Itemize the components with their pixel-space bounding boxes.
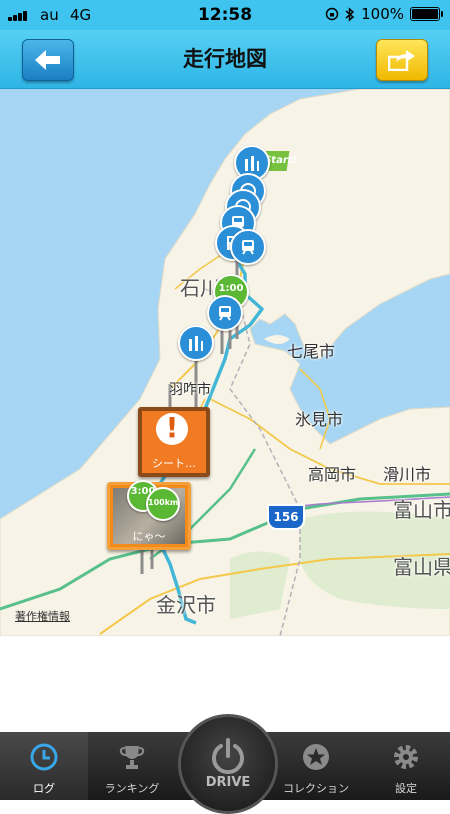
status-bar: au 4G 12:58 100% bbox=[0, 0, 450, 30]
map-label-namerikawa: 滑川市 bbox=[383, 465, 432, 484]
star-medal-icon bbox=[303, 744, 329, 770]
notice-caption: シート… bbox=[152, 457, 196, 470]
tab-log[interactable]: ログ bbox=[0, 732, 88, 800]
photo-caption: にゃ〜 bbox=[132, 530, 166, 543]
tab-bar: ログ ランキング コレクション 設定 DRIVE bbox=[0, 714, 450, 814]
route-map[interactable]: 石川県 七尾市 羽咋市 氷見市 高岡市 滑川市 富山市 富山県 金沢市 156 … bbox=[0, 89, 450, 636]
map-canvas bbox=[0, 89, 450, 636]
gear-icon bbox=[394, 745, 418, 769]
orientation-lock-icon bbox=[325, 7, 339, 21]
drive-label: DRIVE bbox=[205, 775, 251, 790]
share-button[interactable] bbox=[376, 39, 428, 81]
map-pin[interactable] bbox=[230, 229, 266, 265]
train-icon bbox=[242, 240, 254, 255]
trophy-icon bbox=[119, 746, 145, 769]
train-icon bbox=[219, 306, 231, 321]
distance-marker-label: 100km bbox=[148, 498, 179, 507]
landmark-icon bbox=[189, 336, 203, 351]
battery-percent: 100% bbox=[361, 5, 404, 23]
copyright-link[interactable]: 著作権情報 bbox=[15, 608, 70, 624]
tab-settings[interactable]: 設定 bbox=[362, 732, 450, 800]
power-icon bbox=[212, 738, 244, 775]
route-number-badge: 156 bbox=[267, 504, 305, 530]
share-icon bbox=[388, 50, 415, 71]
distance-marker[interactable]: 100km bbox=[146, 487, 180, 521]
bluetooth-icon bbox=[345, 6, 355, 22]
landmark-icon bbox=[245, 156, 259, 171]
tab-ranking[interactable]: ランキング bbox=[88, 732, 176, 800]
battery-icon bbox=[410, 7, 443, 21]
tab-label: コレクション bbox=[283, 782, 349, 795]
notice-card[interactable]: シート… bbox=[138, 407, 210, 477]
map-label-kanazawa: 金沢市 bbox=[156, 593, 216, 617]
clock-icon bbox=[30, 743, 58, 771]
map-label-takaoka: 高岡市 bbox=[308, 465, 357, 484]
map-label-toyama-pref: 富山県 bbox=[393, 555, 450, 579]
nav-bar: 走行地図 bbox=[0, 30, 450, 89]
drive-button[interactable]: DRIVE bbox=[178, 714, 278, 814]
tab-label: ログ bbox=[33, 782, 55, 795]
tab-collection[interactable]: コレクション bbox=[272, 732, 360, 800]
map-label-toyama-city: 富山市 bbox=[393, 498, 450, 522]
map-label-hakui: 羽咋市 bbox=[169, 382, 211, 398]
tab-label: 設定 bbox=[395, 782, 417, 795]
map-pin[interactable] bbox=[207, 295, 243, 331]
exclamation-icon bbox=[156, 411, 188, 445]
time-marker-label: 1:00 bbox=[218, 283, 244, 294]
map-label-nanao: 七尾市 bbox=[287, 342, 336, 361]
map-pin[interactable] bbox=[178, 325, 214, 361]
tab-label: ランキング bbox=[104, 782, 160, 795]
map-label-himi: 氷見市 bbox=[295, 410, 344, 429]
